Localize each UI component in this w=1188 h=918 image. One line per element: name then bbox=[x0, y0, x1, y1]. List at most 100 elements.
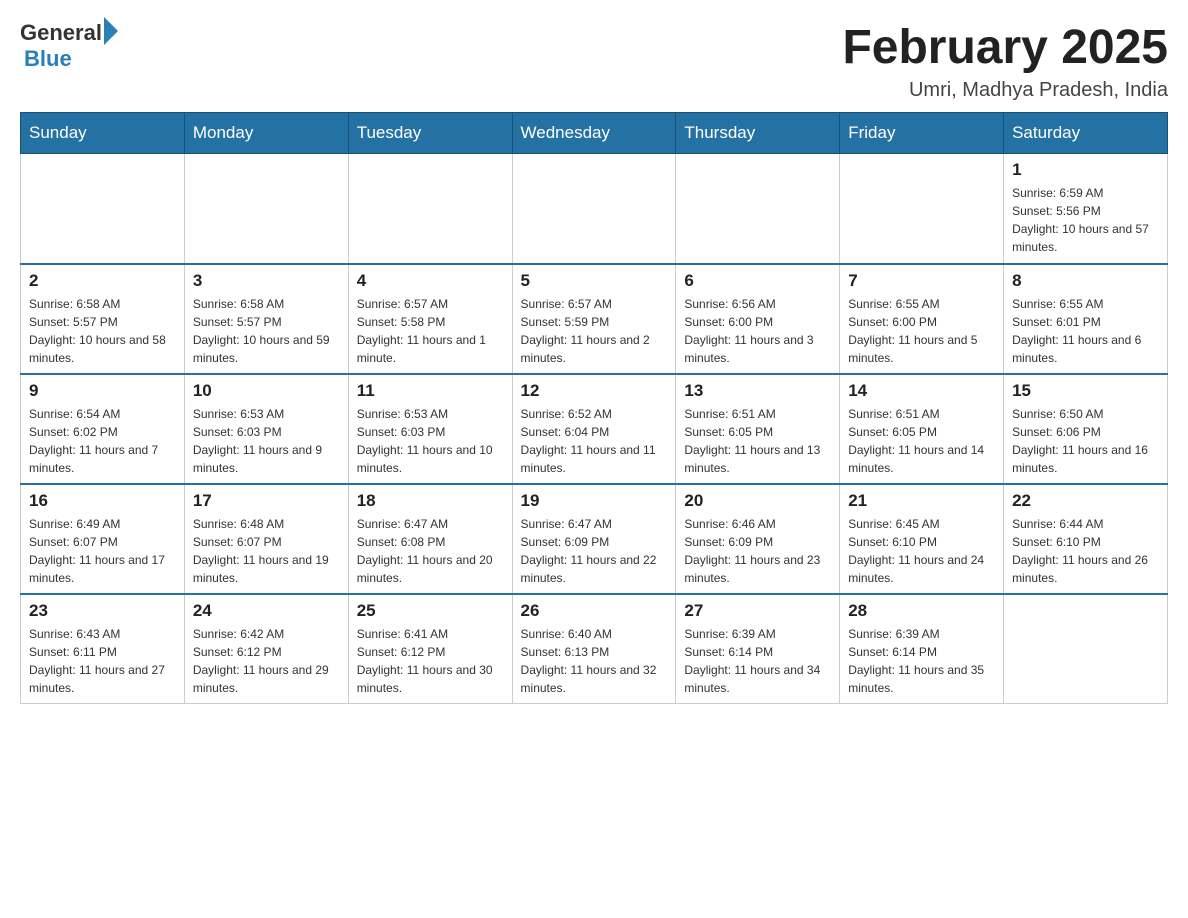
day-number: 15 bbox=[1012, 381, 1159, 401]
day-info: Sunrise: 6:54 AMSunset: 6:02 PMDaylight:… bbox=[29, 407, 158, 475]
calendar-week-row: 2 Sunrise: 6:58 AMSunset: 5:57 PMDaylight… bbox=[21, 264, 1168, 374]
day-number: 2 bbox=[29, 271, 176, 291]
calendar-cell: 4 Sunrise: 6:57 AMSunset: 5:58 PMDaylight… bbox=[348, 264, 512, 374]
day-number: 25 bbox=[357, 601, 504, 621]
day-info: Sunrise: 6:53 AMSunset: 6:03 PMDaylight:… bbox=[357, 407, 493, 475]
calendar-cell: 19Sunrise: 6:47 AMSunset: 6:09 PMDayligh… bbox=[512, 484, 676, 594]
calendar-cell: 15 Sunrise: 6:50 AMSunset: 6:06 PMDayligh… bbox=[1004, 374, 1168, 484]
day-number: 13 bbox=[684, 381, 831, 401]
day-info: Sunrise: 6:53 AMSunset: 6:03 PMDaylight:… bbox=[193, 407, 322, 475]
calendar-cell bbox=[184, 154, 348, 264]
day-info: Sunrise: 6:48 AMSunset: 6:07 PMDaylight:… bbox=[193, 517, 329, 585]
day-info: Sunrise: 6:51 AMSunset: 6:05 PMDaylight:… bbox=[848, 407, 984, 475]
calendar-cell bbox=[512, 154, 676, 264]
logo-general-text: General bbox=[20, 20, 102, 46]
calendar-week-row: 23 Sunrise: 6:43 AMSunset: 6:11 PMDayligh… bbox=[21, 594, 1168, 704]
calendar-cell: 21 Sunrise: 6:45 AMSunset: 6:10 PMDayligh… bbox=[840, 484, 1004, 594]
calendar-header-row: SundayMondayTuesdayWednesdayThursdayFrid… bbox=[21, 113, 1168, 154]
day-info: Sunrise: 6:55 AMSunset: 6:00 PMDaylight:… bbox=[848, 297, 977, 365]
calendar-cell: 22 Sunrise: 6:44 AMSunset: 6:10 PMDayligh… bbox=[1004, 484, 1168, 594]
day-info: Sunrise: 6:57 AMSunset: 5:58 PMDaylight:… bbox=[357, 297, 486, 365]
calendar-cell: 27 Sunrise: 6:39 AMSunset: 6:14 PMDayligh… bbox=[676, 594, 840, 704]
weekday-header-wednesday: Wednesday bbox=[512, 113, 676, 154]
day-info: Sunrise: 6:43 AMSunset: 6:11 PMDaylight:… bbox=[29, 627, 165, 695]
day-info: Sunrise: 6:51 AMSunset: 6:05 PMDaylight:… bbox=[684, 407, 820, 475]
day-info: Sunrise: 6:47 AMSunset: 6:08 PMDaylight:… bbox=[357, 517, 493, 585]
weekday-header-monday: Monday bbox=[184, 113, 348, 154]
day-number: 26 bbox=[521, 601, 668, 621]
day-number: 19 bbox=[521, 491, 668, 511]
calendar-cell: 26 Sunrise: 6:40 AMSunset: 6:13 PMDayligh… bbox=[512, 594, 676, 704]
day-number: 27 bbox=[684, 601, 831, 621]
calendar-cell bbox=[21, 154, 185, 264]
day-info: Sunrise: 6:39 AMSunset: 6:14 PMDaylight:… bbox=[848, 627, 984, 695]
logo: General Blue bbox=[20, 20, 118, 72]
day-number: 16 bbox=[29, 491, 176, 511]
day-number: 7 bbox=[848, 271, 995, 291]
day-number: 28 bbox=[848, 601, 995, 621]
calendar-cell: 17 Sunrise: 6:48 AMSunset: 6:07 PMDayligh… bbox=[184, 484, 348, 594]
logo-blue-text: Blue bbox=[24, 46, 72, 72]
calendar-cell bbox=[840, 154, 1004, 264]
weekday-header-tuesday: Tuesday bbox=[348, 113, 512, 154]
day-number: 22 bbox=[1012, 491, 1159, 511]
day-number: 9 bbox=[29, 381, 176, 401]
day-number: 17 bbox=[193, 491, 340, 511]
calendar-cell: 1 Sunrise: 6:59 AMSunset: 5:56 PMDaylight… bbox=[1004, 154, 1168, 264]
title-section: February 2025 Umri, Madhya Pradesh, Indi… bbox=[842, 20, 1168, 102]
day-info: Sunrise: 6:39 AMSunset: 6:14 PMDaylight:… bbox=[684, 627, 820, 695]
day-info: Sunrise: 6:45 AMSunset: 6:10 PMDaylight:… bbox=[848, 517, 984, 585]
day-info: Sunrise: 6:40 AMSunset: 6:13 PMDaylight:… bbox=[521, 627, 657, 695]
day-info: Sunrise: 6:59 AMSunset: 5:56 PMDaylight:… bbox=[1012, 186, 1149, 254]
day-info: Sunrise: 6:44 AMSunset: 6:10 PMDaylight:… bbox=[1012, 517, 1148, 585]
day-number: 12 bbox=[521, 381, 668, 401]
day-info: Sunrise: 6:52 AMSunset: 6:04 PMDaylight:… bbox=[521, 407, 656, 475]
day-number: 18 bbox=[357, 491, 504, 511]
day-info: Sunrise: 6:46 AMSunset: 6:09 PMDaylight:… bbox=[684, 517, 820, 585]
day-number: 20 bbox=[684, 491, 831, 511]
day-number: 4 bbox=[357, 271, 504, 291]
day-info: Sunrise: 6:56 AMSunset: 6:00 PMDaylight:… bbox=[684, 297, 813, 365]
weekday-header-thursday: Thursday bbox=[676, 113, 840, 154]
calendar-cell: 18 Sunrise: 6:47 AMSunset: 6:08 PMDayligh… bbox=[348, 484, 512, 594]
day-info: Sunrise: 6:58 AMSunset: 5:57 PMDaylight:… bbox=[193, 297, 330, 365]
calendar-cell bbox=[348, 154, 512, 264]
day-number: 3 bbox=[193, 271, 340, 291]
day-number: 6 bbox=[684, 271, 831, 291]
calendar-cell bbox=[1004, 594, 1168, 704]
day-number: 1 bbox=[1012, 160, 1159, 180]
calendar-cell: 7 Sunrise: 6:55 AMSunset: 6:00 PMDaylight… bbox=[840, 264, 1004, 374]
month-title: February 2025 bbox=[842, 20, 1168, 75]
calendar-cell: 3 Sunrise: 6:58 AMSunset: 5:57 PMDaylight… bbox=[184, 264, 348, 374]
calendar-week-row: 9 Sunrise: 6:54 AMSunset: 6:02 PMDaylight… bbox=[21, 374, 1168, 484]
day-number: 10 bbox=[193, 381, 340, 401]
calendar-cell: 16 Sunrise: 6:49 AMSunset: 6:07 PMDayligh… bbox=[21, 484, 185, 594]
calendar-cell bbox=[676, 154, 840, 264]
calendar-cell: 5 Sunrise: 6:57 AMSunset: 5:59 PMDaylight… bbox=[512, 264, 676, 374]
day-info: Sunrise: 6:50 AMSunset: 6:06 PMDaylight:… bbox=[1012, 407, 1148, 475]
day-info: Sunrise: 6:42 AMSunset: 6:12 PMDaylight:… bbox=[193, 627, 329, 695]
day-number: 11 bbox=[357, 381, 504, 401]
day-number: 21 bbox=[848, 491, 995, 511]
calendar-cell: 23 Sunrise: 6:43 AMSunset: 6:11 PMDayligh… bbox=[21, 594, 185, 704]
calendar-cell: 12 Sunrise: 6:52 AMSunset: 6:04 PMDayligh… bbox=[512, 374, 676, 484]
day-info: Sunrise: 6:57 AMSunset: 5:59 PMDaylight:… bbox=[521, 297, 650, 365]
day-number: 5 bbox=[521, 271, 668, 291]
day-number: 23 bbox=[29, 601, 176, 621]
calendar-cell: 10 Sunrise: 6:53 AMSunset: 6:03 PMDayligh… bbox=[184, 374, 348, 484]
calendar-cell: 6 Sunrise: 6:56 AMSunset: 6:00 PMDaylight… bbox=[676, 264, 840, 374]
calendar-cell: 8Sunrise: 6:55 AMSunset: 6:01 PMDaylight… bbox=[1004, 264, 1168, 374]
weekday-header-friday: Friday bbox=[840, 113, 1004, 154]
day-number: 14 bbox=[848, 381, 995, 401]
calendar-cell: 24 Sunrise: 6:42 AMSunset: 6:12 PMDayligh… bbox=[184, 594, 348, 704]
calendar-cell: 13 Sunrise: 6:51 AMSunset: 6:05 PMDayligh… bbox=[676, 374, 840, 484]
day-info: Sunrise: 6:49 AMSunset: 6:07 PMDaylight:… bbox=[29, 517, 165, 585]
calendar-week-row: 16 Sunrise: 6:49 AMSunset: 6:07 PMDayligh… bbox=[21, 484, 1168, 594]
location-text: Umri, Madhya Pradesh, India bbox=[842, 79, 1168, 102]
calendar-cell: 14 Sunrise: 6:51 AMSunset: 6:05 PMDayligh… bbox=[840, 374, 1004, 484]
day-number: 24 bbox=[193, 601, 340, 621]
day-info: Sunrise: 6:41 AMSunset: 6:12 PMDaylight:… bbox=[357, 627, 493, 695]
day-info: Sunrise: 6:58 AMSunset: 5:57 PMDaylight:… bbox=[29, 297, 166, 365]
calendar-cell: 25 Sunrise: 6:41 AMSunset: 6:12 PMDayligh… bbox=[348, 594, 512, 704]
logo-arrow-icon bbox=[104, 17, 118, 45]
